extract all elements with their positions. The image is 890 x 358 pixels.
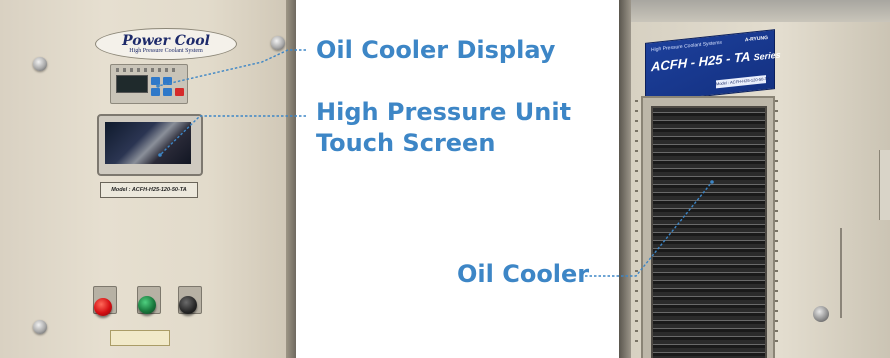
oil-cooler-display-label: Oil Cooler Display <box>316 36 556 64</box>
touch-screen-glass <box>105 122 191 164</box>
support-rod <box>840 228 842 318</box>
oil-cooler-display-panel <box>110 64 188 104</box>
sign-brand: A-RYUNG <box>744 34 768 44</box>
touch-screen-label-line1: High Pressure Unit <box>316 98 572 126</box>
side-bracket <box>879 150 890 220</box>
green-push-button <box>138 296 156 314</box>
cooler-grille <box>651 106 767 358</box>
panel-power-button <box>175 88 184 96</box>
sign-series-main: ACFH - H25 - TA <box>651 48 750 75</box>
panel-button <box>151 88 160 96</box>
sign-model: Model : ACFH-H25-120-50-TA <box>716 75 770 89</box>
indicator-leds <box>116 68 176 72</box>
sky-background <box>619 0 890 22</box>
panel-button <box>163 88 172 96</box>
emergency-stop-button <box>94 298 112 316</box>
cabinet-bolt <box>33 320 47 334</box>
logo-title: Power Cool <box>122 32 210 49</box>
cabinet-edge <box>286 0 296 358</box>
warning-label <box>110 330 170 346</box>
series-sign: High Pressure Coolant Systems A-RYUNG AC… <box>645 29 781 103</box>
logo-subtitle: High Pressure Coolant System <box>129 47 203 54</box>
door-latch <box>813 306 829 322</box>
sign-series-suffix: Series <box>753 49 781 63</box>
panel-button <box>151 77 160 85</box>
black-push-button <box>179 296 197 314</box>
panel-button <box>163 77 172 85</box>
touch-screen-label-line2: Touch Screen <box>316 129 496 157</box>
touch-screen-device <box>97 114 203 176</box>
cabinet-bolt <box>271 36 285 50</box>
sign-top-text: High Pressure Coolant Systems <box>651 39 722 54</box>
oil-cooler-label: Oil Cooler <box>457 260 590 288</box>
power-cool-logo: Power Cool High Pressure Coolant System <box>95 28 237 60</box>
rivet-column <box>775 100 778 350</box>
oil-cooler-unit-photo: High Pressure Coolant Systems A-RYUNG AC… <box>619 0 890 358</box>
grille-frame <box>641 96 775 358</box>
control-cabinet-photo: Power Cool High Pressure Coolant System … <box>0 0 296 358</box>
model-plate: Model : ACFH-H25-120-50-TA <box>100 182 198 198</box>
display-lcd <box>116 75 148 93</box>
cabinet-bolt <box>33 57 47 71</box>
unit-side-shadow <box>619 0 631 358</box>
rivet-column <box>635 100 638 350</box>
